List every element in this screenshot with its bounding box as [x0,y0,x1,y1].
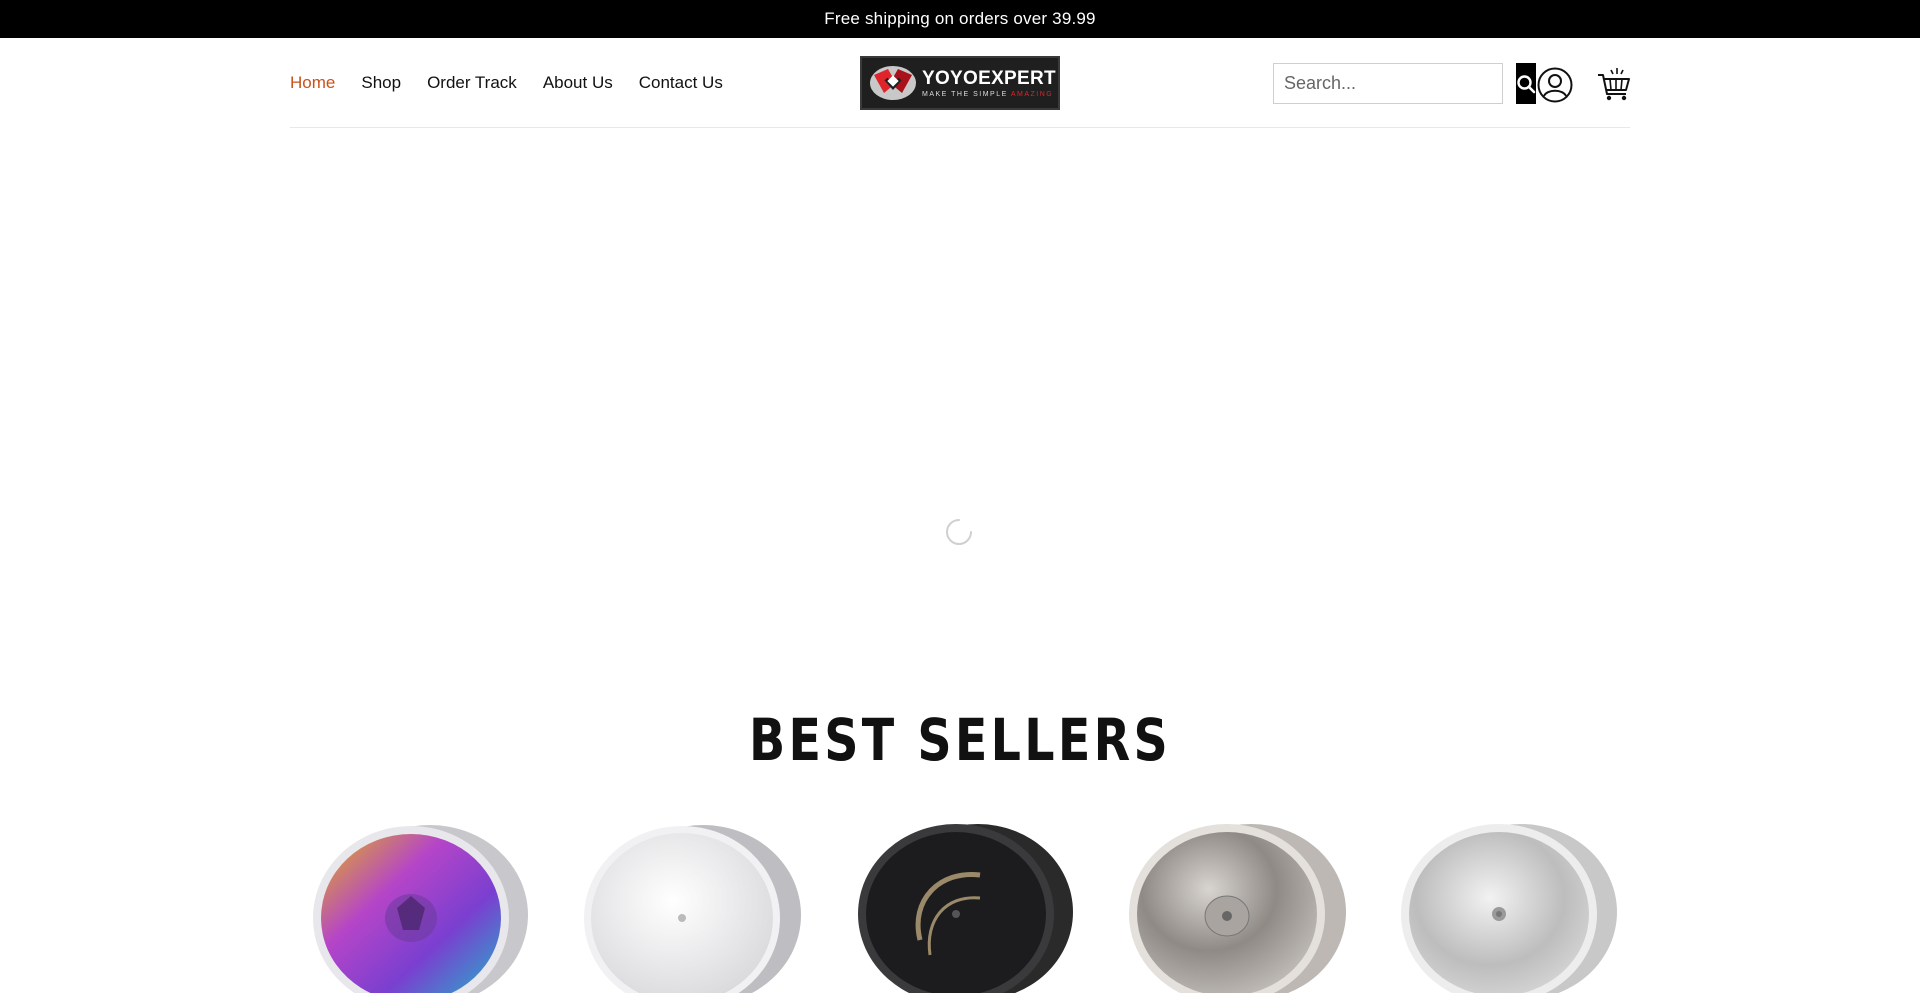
product-card[interactable] [835,820,1085,993]
product-card[interactable] [563,820,813,993]
announcement-bar: Free shipping on orders over 39.99 [0,0,1920,38]
nav-item-shop[interactable]: Shop [361,73,401,93]
logo-mark-icon [868,63,918,103]
cart-icon [1598,68,1630,101]
site-logo[interactable]: YOYOEXPERT MAKE THE SIMPLE AMAZING [860,56,1060,110]
search-form [1273,63,1536,104]
main-nav: Home Shop Order Track About Us Contact U… [290,38,749,128]
cart-button[interactable] [1597,66,1631,102]
silver-yoyo-image [1128,824,1346,993]
rainbow-yoyo-image [313,825,528,993]
silver-yoyo-2-image [1401,824,1617,993]
loading-spinner-icon [946,519,972,545]
nav-item-about-us[interactable]: About Us [543,73,613,93]
search-input[interactable] [1274,64,1516,103]
best-sellers-title: BEST SELLERS [748,706,1172,774]
user-icon [1537,67,1573,103]
nav-item-order-track[interactable]: Order Track [427,73,517,93]
search-icon [1517,74,1536,93]
product-card[interactable] [1380,820,1630,993]
account-button[interactable] [1537,67,1573,103]
nav-item-contact-us[interactable]: Contact Us [639,73,723,93]
logo-name: YOYOEXPERT [922,67,1056,89]
announcement-text: Free shipping on orders over 39.99 [824,9,1096,28]
best-sellers-grid [290,820,1630,993]
logo-tagline: MAKE THE SIMPLE AMAZING [922,90,1054,98]
search-button[interactable] [1516,63,1536,104]
black-yoyo-image [858,824,1073,993]
site-header: Home Shop Order Track About Us Contact U… [0,38,1920,128]
hero-banner [0,128,1920,678]
product-card[interactable] [290,820,540,993]
nav-item-home[interactable]: Home [290,73,335,93]
product-card[interactable] [1108,820,1358,993]
white-silver-yoyo-image [583,825,801,993]
